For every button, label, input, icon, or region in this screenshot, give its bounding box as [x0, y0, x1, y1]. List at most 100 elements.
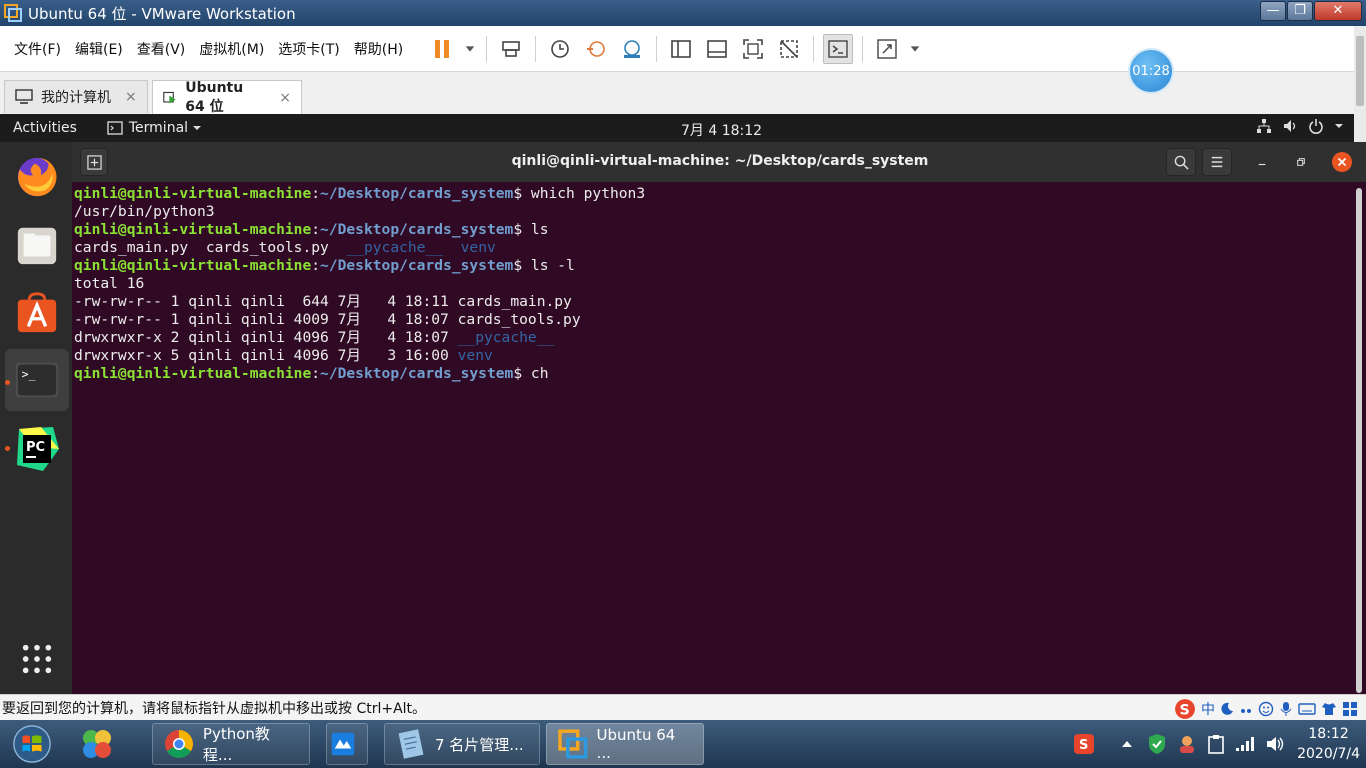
taskbar-item-label: Python教程...: [202, 725, 270, 764]
stretch-dropdown[interactable]: [908, 34, 922, 64]
current-input[interactable]: ch: [531, 365, 549, 382]
close-tab-button[interactable]: ×: [125, 89, 137, 105]
minimize-terminal-button[interactable]: [1247, 148, 1277, 176]
keyboard-icon[interactable]: [1298, 702, 1316, 716]
computer-icon: [15, 89, 33, 104]
snapshot-manager-button[interactable]: [617, 34, 647, 64]
toolbar-separator: [486, 35, 488, 62]
sogou-tray-icon[interactable]: S: [1073, 733, 1095, 755]
emoji-icon[interactable]: [1258, 701, 1274, 717]
thumbnail-bar-button[interactable]: [702, 34, 732, 64]
tray-clock[interactable]: 18:12 2020/7/4: [1297, 724, 1360, 764]
stretch-icon: [877, 38, 897, 59]
ime-language[interactable]: 中: [1201, 699, 1215, 719]
library-pane-icon: [671, 39, 692, 58]
taskbar-app[interactable]: [326, 723, 368, 765]
terminal-line: qinli@qinli-virtual-machine:~/Desktop/ca…: [74, 257, 575, 274]
svg-text:PC: PC: [26, 440, 45, 455]
show-applications-button[interactable]: [10, 632, 64, 686]
close-tab-button[interactable]: ×: [279, 90, 291, 106]
terminal-line: qinli@qinli-virtual-machine:~/Desktop/ca…: [74, 221, 549, 238]
tab-label: 我的计算机: [41, 90, 111, 106]
sogou-icon[interactable]: S: [1174, 698, 1196, 720]
restore-icon: [1297, 158, 1305, 166]
directory-name: venv: [457, 347, 493, 364]
stretch-guest-button[interactable]: [872, 34, 902, 64]
terminal-scrollbar[interactable]: [1356, 188, 1362, 693]
file-name: cards_main.py: [457, 293, 572, 310]
unity-icon: [780, 39, 799, 58]
system-menu[interactable]: [1256, 118, 1344, 134]
file-meta: -rw-rw-r-- 1 qinli qinli 644 7月 4 18:11: [74, 293, 458, 310]
tab-ubuntu[interactable]: Ubuntu 64 位 ×: [152, 80, 302, 115]
snapshot-button[interactable]: [545, 34, 575, 64]
power-icon: [1309, 119, 1323, 134]
vm-running-icon: [163, 91, 176, 104]
security-shield-icon[interactable]: [1147, 733, 1167, 755]
show-hidden-icons-icon[interactable]: [1121, 739, 1133, 749]
dock-files[interactable]: [10, 218, 64, 272]
speaker-icon[interactable]: [1265, 735, 1285, 753]
top-bar-clock[interactable]: 7月 4 18:12: [681, 120, 762, 140]
session-timer-badge[interactable]: 01:28: [1128, 48, 1174, 94]
pinned-app-icon[interactable]: [80, 727, 114, 761]
user-tray-icon[interactable]: [1177, 734, 1197, 754]
network-signal-icon[interactable]: [1235, 736, 1255, 752]
start-orb-icon[interactable]: [10, 723, 54, 765]
microphone-icon[interactable]: [1279, 701, 1293, 717]
activities-button[interactable]: Activities: [13, 120, 77, 136]
taskbar-item-label: 7 名片管理...: [435, 735, 524, 754]
skin-icon[interactable]: [1321, 701, 1337, 717]
prompt-path: ~/Desktop/cards_system: [320, 185, 514, 202]
guest-display[interactable]: Activities Terminal 7月 4 18:12 >_ PC qin…: [0, 114, 1366, 694]
taskbar-chrome[interactable]: Python教程...: [152, 723, 310, 765]
close-window-button[interactable]: ✕: [1314, 1, 1362, 21]
menu-vm[interactable]: 虚拟机(M): [194, 39, 273, 59]
notepad-icon: [398, 729, 424, 759]
taskbar-notepad[interactable]: 7 名片管理...: [384, 723, 540, 765]
app-grid-icon: [22, 644, 52, 674]
tab-my-computer[interactable]: 我的计算机 ×: [4, 80, 148, 113]
running-indicator: [5, 380, 10, 385]
menu-edit[interactable]: 编辑(E): [70, 39, 132, 59]
full-screen-button[interactable]: [738, 34, 768, 64]
file-meta: drwxrwxr-x 5 qinli qinli 4096 7月 3 16:00: [74, 347, 458, 364]
prompt-path: ~/Desktop/cards_system: [320, 365, 514, 382]
terminal-output[interactable]: qinli@qinli-virtual-machine:~/Desktop/ca…: [72, 182, 1366, 694]
toolbox-icon[interactable]: [1342, 701, 1358, 717]
menu-tabs[interactable]: 选项卡(T): [273, 39, 348, 59]
console-view-button[interactable]: [823, 33, 854, 64]
show-library-button[interactable]: [666, 34, 696, 64]
restore-button[interactable]: ❐: [1287, 1, 1313, 21]
dock-software[interactable]: [10, 286, 64, 340]
unity-button[interactable]: [774, 34, 804, 64]
terminal-app-menu[interactable]: Terminal: [107, 120, 202, 136]
terminal-window: qinli@qinli-virtual-machine: ~/Desktop/c…: [72, 142, 1366, 694]
power-dropdown[interactable]: [463, 34, 477, 64]
taskbar-vmware[interactable]: Ubuntu 64 ...: [546, 723, 704, 765]
pause-button[interactable]: [427, 34, 457, 64]
minimize-icon: [1258, 163, 1266, 166]
ls-row: -rw-rw-r-- 1 qinli qinli 644 7月 4 18:11 …: [74, 293, 1366, 311]
maximize-terminal-button[interactable]: [1286, 148, 1316, 176]
punctuation-icon[interactable]: [1239, 702, 1253, 716]
minimize-button[interactable]: —: [1260, 1, 1286, 21]
fullscreen-icon: [743, 38, 764, 59]
menu-view[interactable]: 查看(V): [132, 39, 195, 59]
clipboard-icon[interactable]: [1207, 734, 1225, 754]
close-terminal-button[interactable]: [1327, 148, 1357, 176]
revert-snapshot-button[interactable]: [581, 34, 611, 64]
send-ctrl-alt-del-button[interactable]: [496, 34, 526, 64]
release-hint-text: 要返回到您的计算机，请将鼠标指针从虚拟机中移出或按 Ctrl+Alt。: [2, 700, 427, 717]
directory-name: __pycache__: [346, 239, 444, 256]
search-button[interactable]: [1166, 148, 1196, 176]
dock-terminal[interactable]: >_: [5, 349, 69, 411]
menu-help[interactable]: 帮助(H): [349, 39, 412, 59]
half-width-moon-icon[interactable]: [1220, 702, 1234, 716]
scrollbar-thumb[interactable]: [1356, 36, 1364, 106]
dock-pycharm[interactable]: PC: [10, 422, 64, 476]
dock-firefox[interactable]: [10, 150, 64, 204]
menu-file[interactable]: 文件(F): [9, 39, 70, 59]
keyboard-icon: [502, 40, 521, 57]
hamburger-menu-button[interactable]: [1202, 148, 1232, 176]
